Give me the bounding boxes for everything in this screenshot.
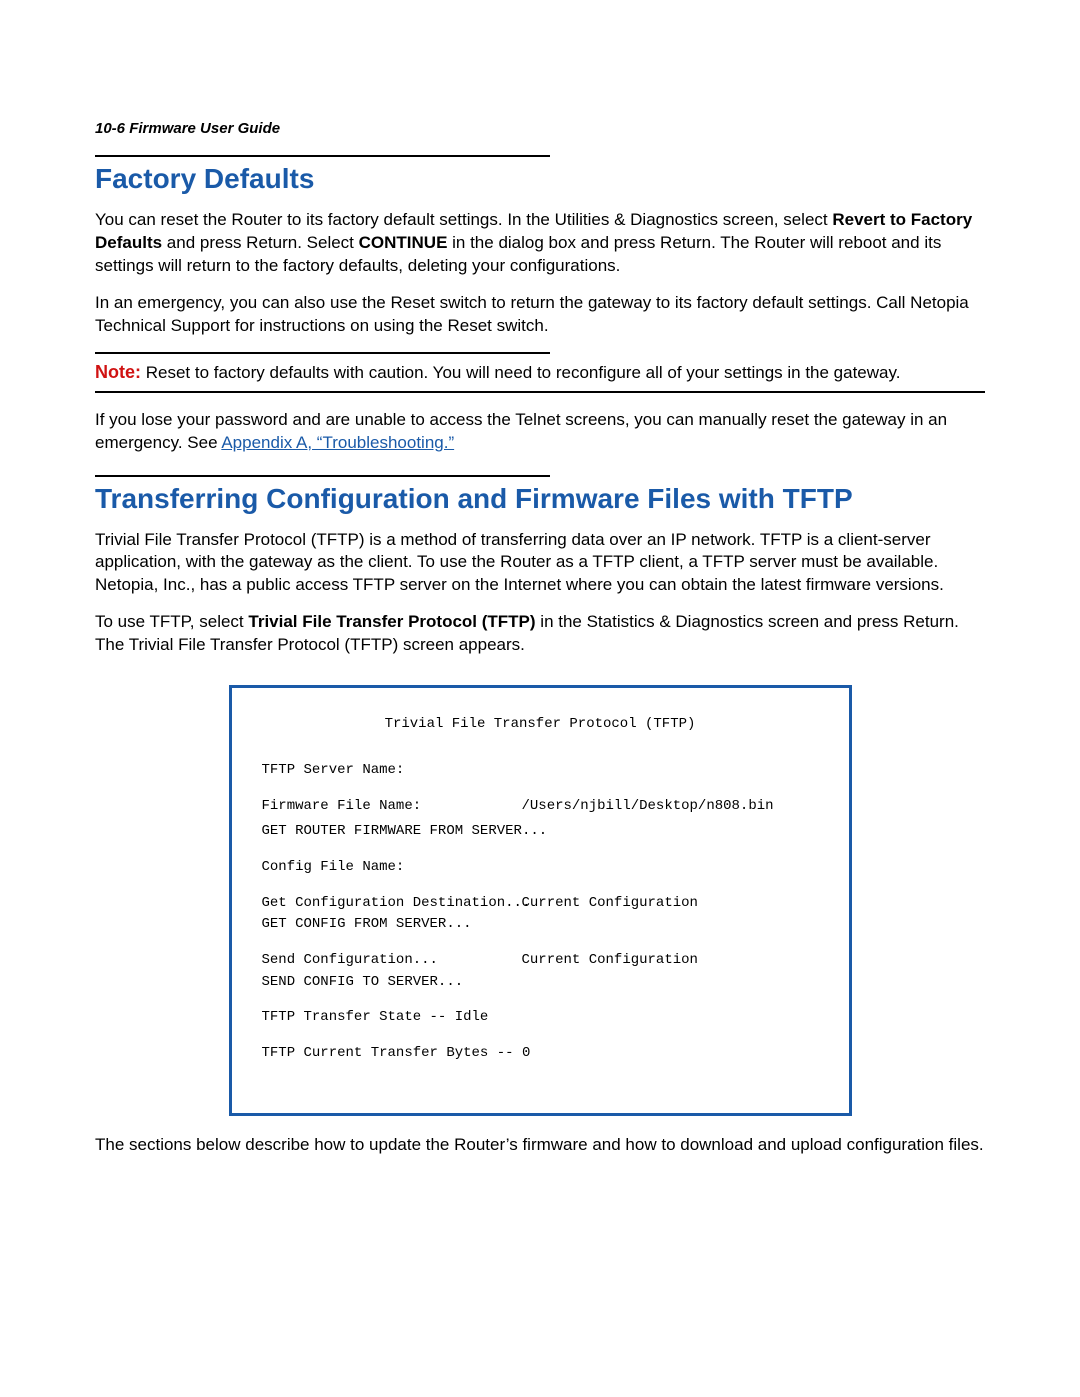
terminal-line: GET CONFIG FROM SERVER... <box>262 914 819 936</box>
terminal-line: TFTP Transfer State -- Idle <box>262 1007 819 1029</box>
terminal-line: SEND CONFIG TO SERVER... <box>262 972 819 994</box>
terminal-line: Get Configuration Destination... Current… <box>262 893 819 915</box>
terminal-value: /Users/njbill/Desktop/n808.bin <box>522 796 774 818</box>
terminal-line: TFTP Server Name: <box>262 760 819 782</box>
section-title-tftp: Transferring Configuration and Firmware … <box>95 483 985 515</box>
section-rule <box>95 475 550 477</box>
terminal-screenshot: Trivial File Transfer Protocol (TFTP) TF… <box>229 685 852 1116</box>
text-bold: CONTINUE <box>359 233 448 252</box>
paragraph: If you lose your password and are unable… <box>95 409 985 455</box>
terminal-line: Firmware File Name: /Users/njbill/Deskto… <box>262 796 819 818</box>
text: You can reset the Router to its factory … <box>95 210 832 229</box>
terminal-line: Config File Name: <box>262 857 819 879</box>
terminal-line: TFTP Current Transfer Bytes -- 0 <box>262 1043 819 1065</box>
text: To use TFTP, select <box>95 612 248 631</box>
terminal-value: Current Configuration <box>522 950 698 972</box>
paragraph: Trivial File Transfer Protocol (TFTP) is… <box>95 529 985 598</box>
terminal-label: Send Configuration... <box>262 950 522 972</box>
terminal-title: Trivial File Transfer Protocol (TFTP) <box>262 714 819 736</box>
terminal-line: GET ROUTER FIRMWARE FROM SERVER... <box>262 821 819 843</box>
note-rule-top <box>95 352 550 354</box>
terminal-value: Current Configuration <box>522 893 698 915</box>
note-line: Note: Reset to factory defaults with cau… <box>95 360 985 385</box>
terminal-line: Send Configuration... Current Configurat… <box>262 950 819 972</box>
paragraph: The sections below describe how to updat… <box>95 1134 985 1157</box>
appendix-link[interactable]: Appendix A, “Troubleshooting.” <box>221 433 454 452</box>
note-label: Note: <box>95 362 141 382</box>
note-body: Reset to factory defaults with caution. … <box>141 363 900 382</box>
page: 10-6 Firmware User Guide Factory Default… <box>0 0 1080 1397</box>
paragraph: In an emergency, you can also use the Re… <box>95 292 985 338</box>
running-header: 10-6 Firmware User Guide <box>95 120 985 137</box>
section-title-factory-defaults: Factory Defaults <box>95 163 985 195</box>
text: and press Return. Select <box>162 233 359 252</box>
text-bold: Trivial File Transfer Protocol (TFTP) <box>248 612 535 631</box>
paragraph: To use TFTP, select Trivial File Transfe… <box>95 611 985 657</box>
paragraph: You can reset the Router to its factory … <box>95 209 985 278</box>
terminal-label: Firmware File Name: <box>262 796 522 818</box>
section-rule <box>95 155 550 157</box>
note-rule-bottom <box>95 391 985 393</box>
terminal-label: Get Configuration Destination... <box>262 893 522 915</box>
